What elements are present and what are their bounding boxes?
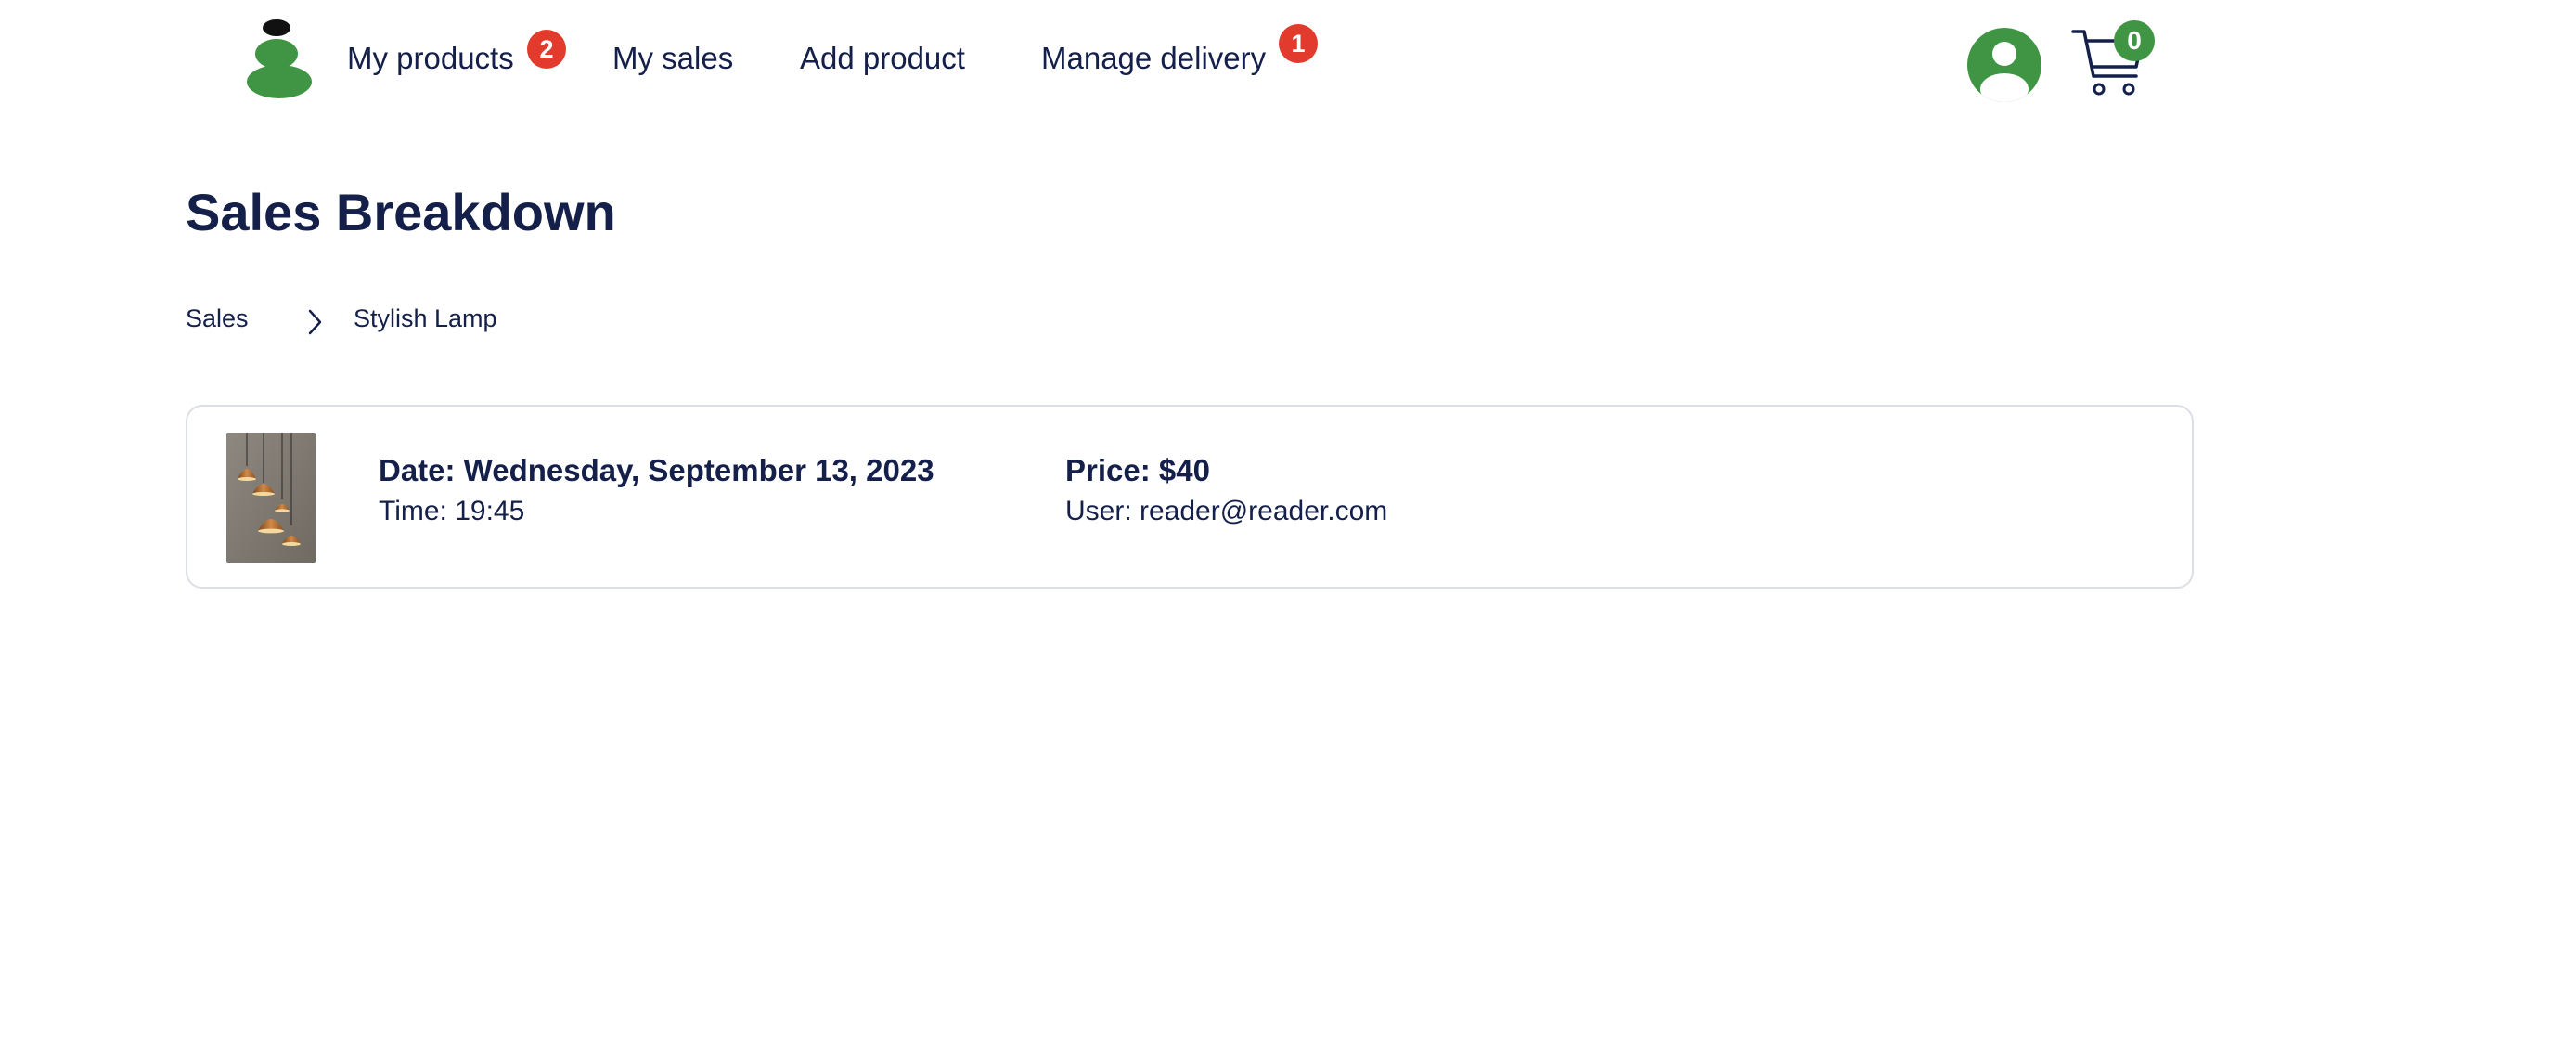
sale-user: User: reader@reader.com: [1065, 496, 1388, 526]
sale-time: Time: 19:45: [379, 496, 525, 526]
chevron-right-icon: [306, 306, 325, 338]
breadcrumb-sales-link[interactable]: Sales: [186, 304, 249, 333]
sale-date: Date: Wednesday, September 13, 2023: [379, 453, 934, 487]
nav-manage-delivery[interactable]: Manage delivery: [1041, 41, 1266, 76]
nav-add-product[interactable]: Add product: [800, 41, 965, 76]
nav-my-sales[interactable]: My sales: [612, 41, 733, 76]
logo-icon[interactable]: [241, 19, 316, 100]
top-navigation: My products 2 My sales Add product Manag…: [0, 0, 2576, 130]
breadcrumb-current: Stylish Lamp: [354, 304, 497, 332]
breadcrumb: Sales Stylish Lamp: [186, 304, 928, 342]
sales-breakdown-page: My products 2 My sales Add product Manag…: [0, 0, 2576, 1062]
user-avatar-icon[interactable]: [1965, 26, 2043, 104]
my-products-badge: 2: [527, 30, 566, 69]
sale-price: Price: $40: [1065, 453, 1210, 487]
product-thumbnail: [226, 433, 316, 563]
sale-record-card: Date: Wednesday, September 13, 2023 Time…: [186, 405, 2194, 589]
manage-delivery-badge: 1: [1279, 24, 1318, 63]
page-title: Sales Breakdown: [186, 183, 616, 241]
cart-count-badge: 0: [2114, 20, 2155, 61]
nav-my-products[interactable]: My products: [347, 41, 514, 76]
